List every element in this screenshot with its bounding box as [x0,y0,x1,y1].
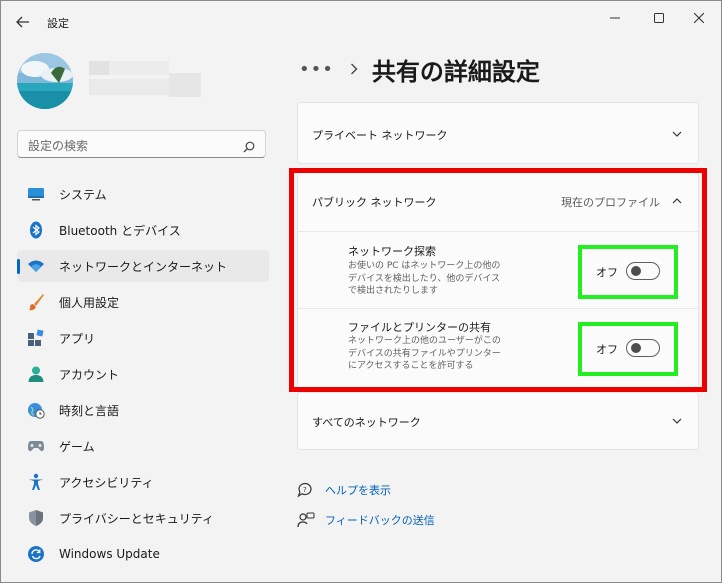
private-network-title: プライベート ネットワーク [312,129,448,142]
network-discovery-title: ネットワーク探索 [348,245,436,258]
all-networks-card[interactable]: すべてのネットワーク [297,392,699,450]
feedback-link[interactable]: フィードバックの送信 [297,512,435,528]
sidebar-item-time-language[interactable]: 時刻と言語 [17,394,269,426]
chevron-up-icon [672,198,682,204]
avatar[interactable] [17,53,73,109]
clock-globe-icon [25,399,47,421]
current-profile-label: 現在のプロファイル [561,196,660,209]
title-bar: 設定 [1,1,721,41]
chevron-down-icon [672,418,682,424]
app-title: 設定 [47,17,69,30]
file-printer-sharing-title: ファイルとプリンターの共有 [348,321,491,334]
sidebar-item-system[interactable]: システム [17,178,269,210]
network-discovery-setting: ネットワーク探索 お使いの PC はネットワーク上の他のデバイスを検出したり、他… [298,231,698,309]
maximize-button[interactable] [637,7,681,29]
network-discovery-description: お使いの PC はネットワーク上の他のデバイスを検出したり、他のデバイスで検出さ… [348,261,501,297]
sidebar-item-label: 個人用設定 [59,295,120,310]
wifi-icon [25,255,47,277]
sidebar-item-label: アプリ [59,331,96,346]
network-discovery-state: オフ [596,266,618,279]
back-arrow-icon [16,16,29,28]
update-icon [25,543,47,565]
private-network-card[interactable]: プライベート ネットワーク [297,102,699,164]
network-discovery-toggle[interactable] [626,262,660,280]
sidebar-item-network[interactable]: ネットワークとインターネット [17,250,269,282]
account-name-redacted [89,61,109,75]
page-title: 共有の詳細設定 [371,57,540,86]
sidebar-item-apps[interactable]: アプリ [17,322,269,354]
public-network-title: パブリック ネットワーク [312,196,437,209]
sidebar-item-label: Bluetooth とデバイス [59,223,181,238]
sidebar-nav: システム Bluetooth とデバイス ネットワークとインターネット 個人用設… [17,178,269,574]
file-printer-sharing-state: オフ [596,343,618,356]
sidebar-item-personalization[interactable]: 個人用設定 [17,286,269,318]
close-button[interactable] [677,7,721,29]
toggle-knob [631,343,641,353]
account-email-redacted [89,79,169,95]
account-icon [25,363,47,385]
public-network-header[interactable]: パブリック ネットワーク 現在のプロファイル [298,173,698,231]
chevron-down-icon [672,131,682,137]
back-button[interactable] [11,11,35,33]
sidebar-item-label: システム [59,187,107,202]
public-network-card: パブリック ネットワーク 現在のプロファイル ネットワーク探索 お使いの PC … [297,172,699,388]
close-icon [694,13,704,23]
file-printer-sharing-toggle[interactable] [626,339,660,357]
svg-text:?: ? [303,486,307,494]
sidebar-item-label: Windows Update [59,547,160,561]
search-icon [243,138,255,157]
apps-icon [25,327,47,349]
settings-window: 設定 設定の検索 システム Bluetooth とデバイス ネットワークとインタ… [0,0,722,583]
file-printer-sharing-setting: ファイルとプリンターの共有 ネットワーク上の他のユーザーがこのデバイスの共有ファ… [298,308,698,388]
bluetooth-icon [25,219,47,241]
maximize-icon [654,13,664,23]
sidebar-item-accounts[interactable]: アカウント [17,358,269,390]
help-icon: ? [297,482,312,498]
accessibility-icon [25,471,47,493]
system-icon [25,183,47,205]
shield-icon [25,507,47,529]
search-input[interactable]: 設定の検索 [17,130,266,158]
sidebar-item-label: ネットワークとインターネット [59,259,228,274]
sidebar-item-gaming[interactable]: ゲーム [17,430,269,462]
brush-icon [25,291,47,313]
sidebar-item-label: アカウント [59,367,120,382]
all-networks-title: すべてのネットワーク [312,416,421,429]
breadcrumb-more-button[interactable]: ••• [299,59,334,80]
file-printer-sharing-toggle-highlight: オフ [578,322,678,376]
feedback-icon [297,512,315,528]
help-link-text[interactable]: ヘルプを表示 [325,482,391,498]
gamepad-icon [25,435,47,457]
file-printer-sharing-description: ネットワーク上の他のユーザーがこのデバイスの共有ファイルやプリンターにアクセスす… [348,336,501,372]
search-placeholder: 設定の検索 [28,139,89,153]
toggle-knob [631,266,641,276]
sidebar-item-label: プライバシーとセキュリティ [59,511,215,526]
breadcrumb-chevron-icon [350,60,358,79]
sidebar-item-privacy[interactable]: プライバシーとセキュリティ [17,502,269,534]
sidebar-item-bluetooth[interactable]: Bluetooth とデバイス [17,214,269,246]
help-link[interactable]: ? ヘルプを表示 [297,482,391,498]
minimize-icon [610,17,620,19]
breadcrumb: ••• 共有の詳細設定 [299,51,540,87]
sidebar-item-label: 時刻と言語 [59,403,120,418]
account-name-redacted [109,61,169,75]
sidebar-item-accessibility[interactable]: アクセシビリティ [17,466,269,498]
sidebar-item-windows-update[interactable]: Windows Update [17,538,269,570]
sidebar-item-label: アクセシビリティ [59,475,154,490]
account-email-redacted [169,73,201,97]
minimize-button[interactable] [593,7,637,29]
sidebar-item-label: ゲーム [59,439,95,454]
network-discovery-toggle-highlight: オフ [578,245,678,299]
feedback-link-text[interactable]: フィードバックの送信 [325,512,435,528]
